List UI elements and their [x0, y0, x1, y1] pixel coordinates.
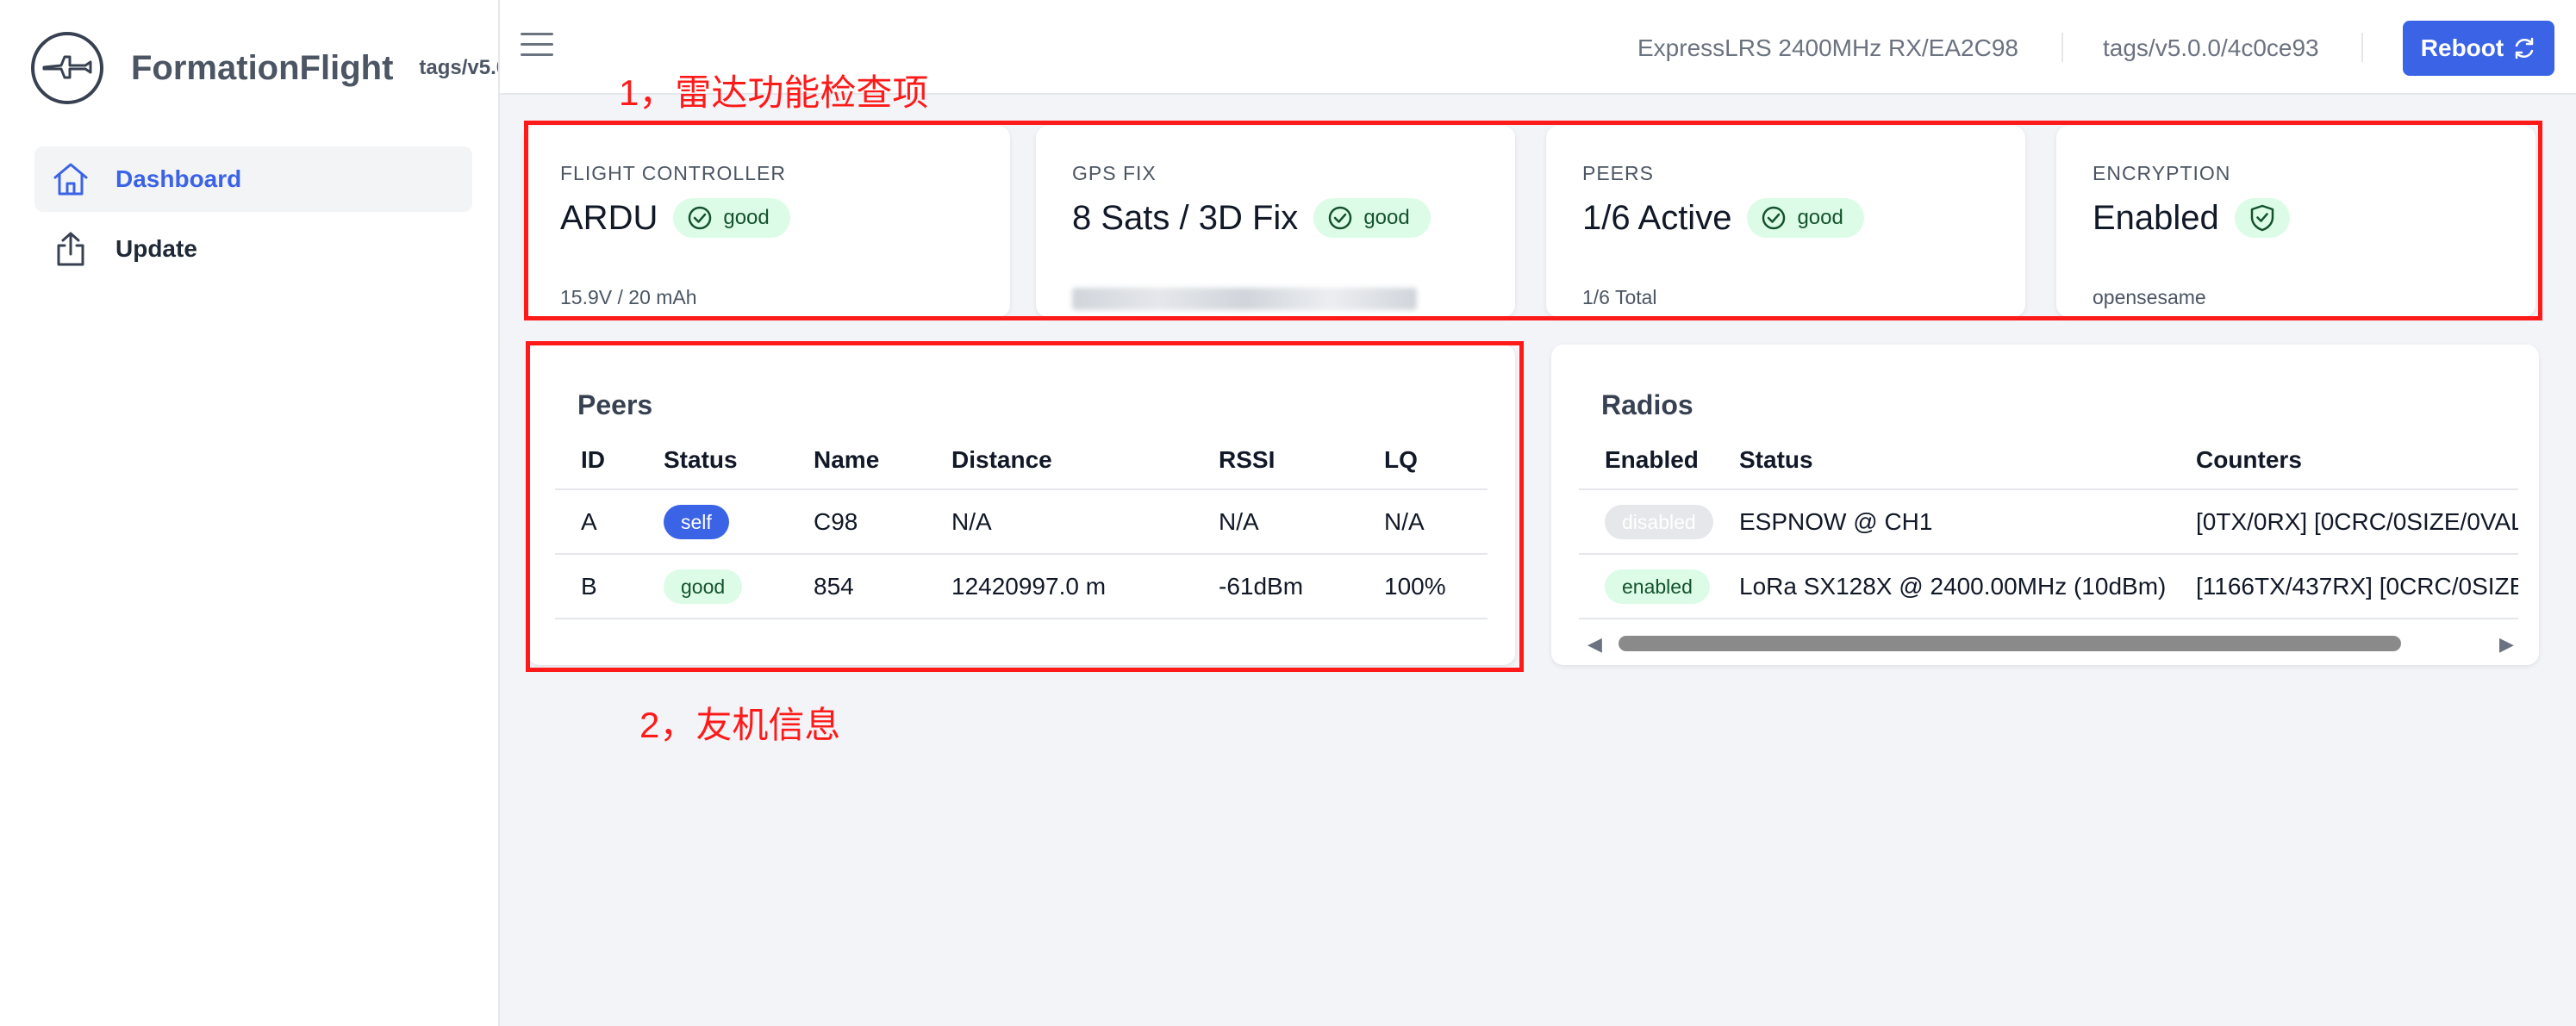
reboot-button[interactable]: Reboot	[2403, 21, 2554, 76]
radio-counters: [1166TX/437RX] [0CRC/0SIZE/0VAL]	[2170, 554, 2518, 619]
brand-name: FormationFlight	[131, 48, 394, 87]
annotation-label-1: 1，雷达功能检查项	[619, 72, 929, 113]
brand[interactable]: FormationFlight tags/v5.0	[31, 31, 500, 105]
sidebar-item-label: Update	[115, 235, 197, 262]
home-icon	[50, 159, 91, 200]
scroll-right-icon[interactable]: ▶	[2499, 633, 2514, 656]
firmware-version: tags/v5.0.0/4c0ce93	[2103, 34, 2319, 61]
annotation-label-2: 2，友机信息	[639, 705, 841, 745]
table-header-row: Enabled Status Counters	[1579, 431, 2518, 490]
divider	[2061, 33, 2063, 62]
sidebar: FormationFlight tags/v5.0 Dashboard Upda…	[0, 0, 500, 1026]
enabled-badge: enabled	[1605, 569, 1710, 604]
brand-version-tag: tags/v5.0	[419, 56, 500, 79]
table-row: disabled ESPNOW @ CH1 [0TX/0RX] [0CRC/0S…	[1579, 489, 2518, 555]
radios-table-card: Radios Enabled Status Counters disabled …	[1551, 345, 2539, 665]
device-name: ExpressLRS 2400MHz RX/EA2C98	[1637, 34, 2018, 61]
radio-status: LoRa SX128X @ 2400.00MHz (10dBm)	[1713, 554, 2170, 619]
section-title: Radios	[1601, 389, 1693, 420]
refresh-icon	[2515, 37, 2534, 59]
upload-icon	[50, 228, 91, 270]
hamburger-menu-icon[interactable]	[521, 33, 553, 59]
radio-counters: [0TX/0RX] [0CRC/0SIZE/0VAL]	[2170, 489, 2518, 555]
radio-status: ESPNOW @ CH1	[1713, 489, 2170, 555]
table-row: enabled LoRa SX128X @ 2400.00MHz (10dBm)…	[1579, 554, 2518, 619]
column-header: Enabled	[1579, 431, 1713, 490]
column-header: Status	[1713, 431, 2170, 490]
enabled-badge: disabled	[1605, 504, 1713, 539]
divider	[2361, 33, 2363, 62]
annotation-box-2	[526, 341, 1524, 672]
radios-table: Enabled Status Counters disabled ESPNOW …	[1579, 431, 2518, 619]
scroll-left-icon[interactable]: ◀	[1587, 633, 1602, 656]
horizontal-scrollbar[interactable]: ◀ ▶	[1579, 627, 2518, 656]
reboot-button-label: Reboot	[2420, 34, 2504, 61]
airplane-logo-icon	[31, 32, 103, 104]
sidebar-item-update[interactable]: Update	[34, 216, 472, 282]
radios-table-scroll[interactable]: Enabled Status Counters disabled ESPNOW …	[1579, 431, 2518, 627]
sidebar-item-dashboard[interactable]: Dashboard	[34, 146, 472, 212]
column-header: Counters	[2170, 431, 2518, 490]
sidebar-item-label: Dashboard	[115, 165, 242, 192]
annotation-box-1	[524, 121, 2542, 320]
scrollbar-thumb[interactable]	[1619, 636, 2401, 651]
